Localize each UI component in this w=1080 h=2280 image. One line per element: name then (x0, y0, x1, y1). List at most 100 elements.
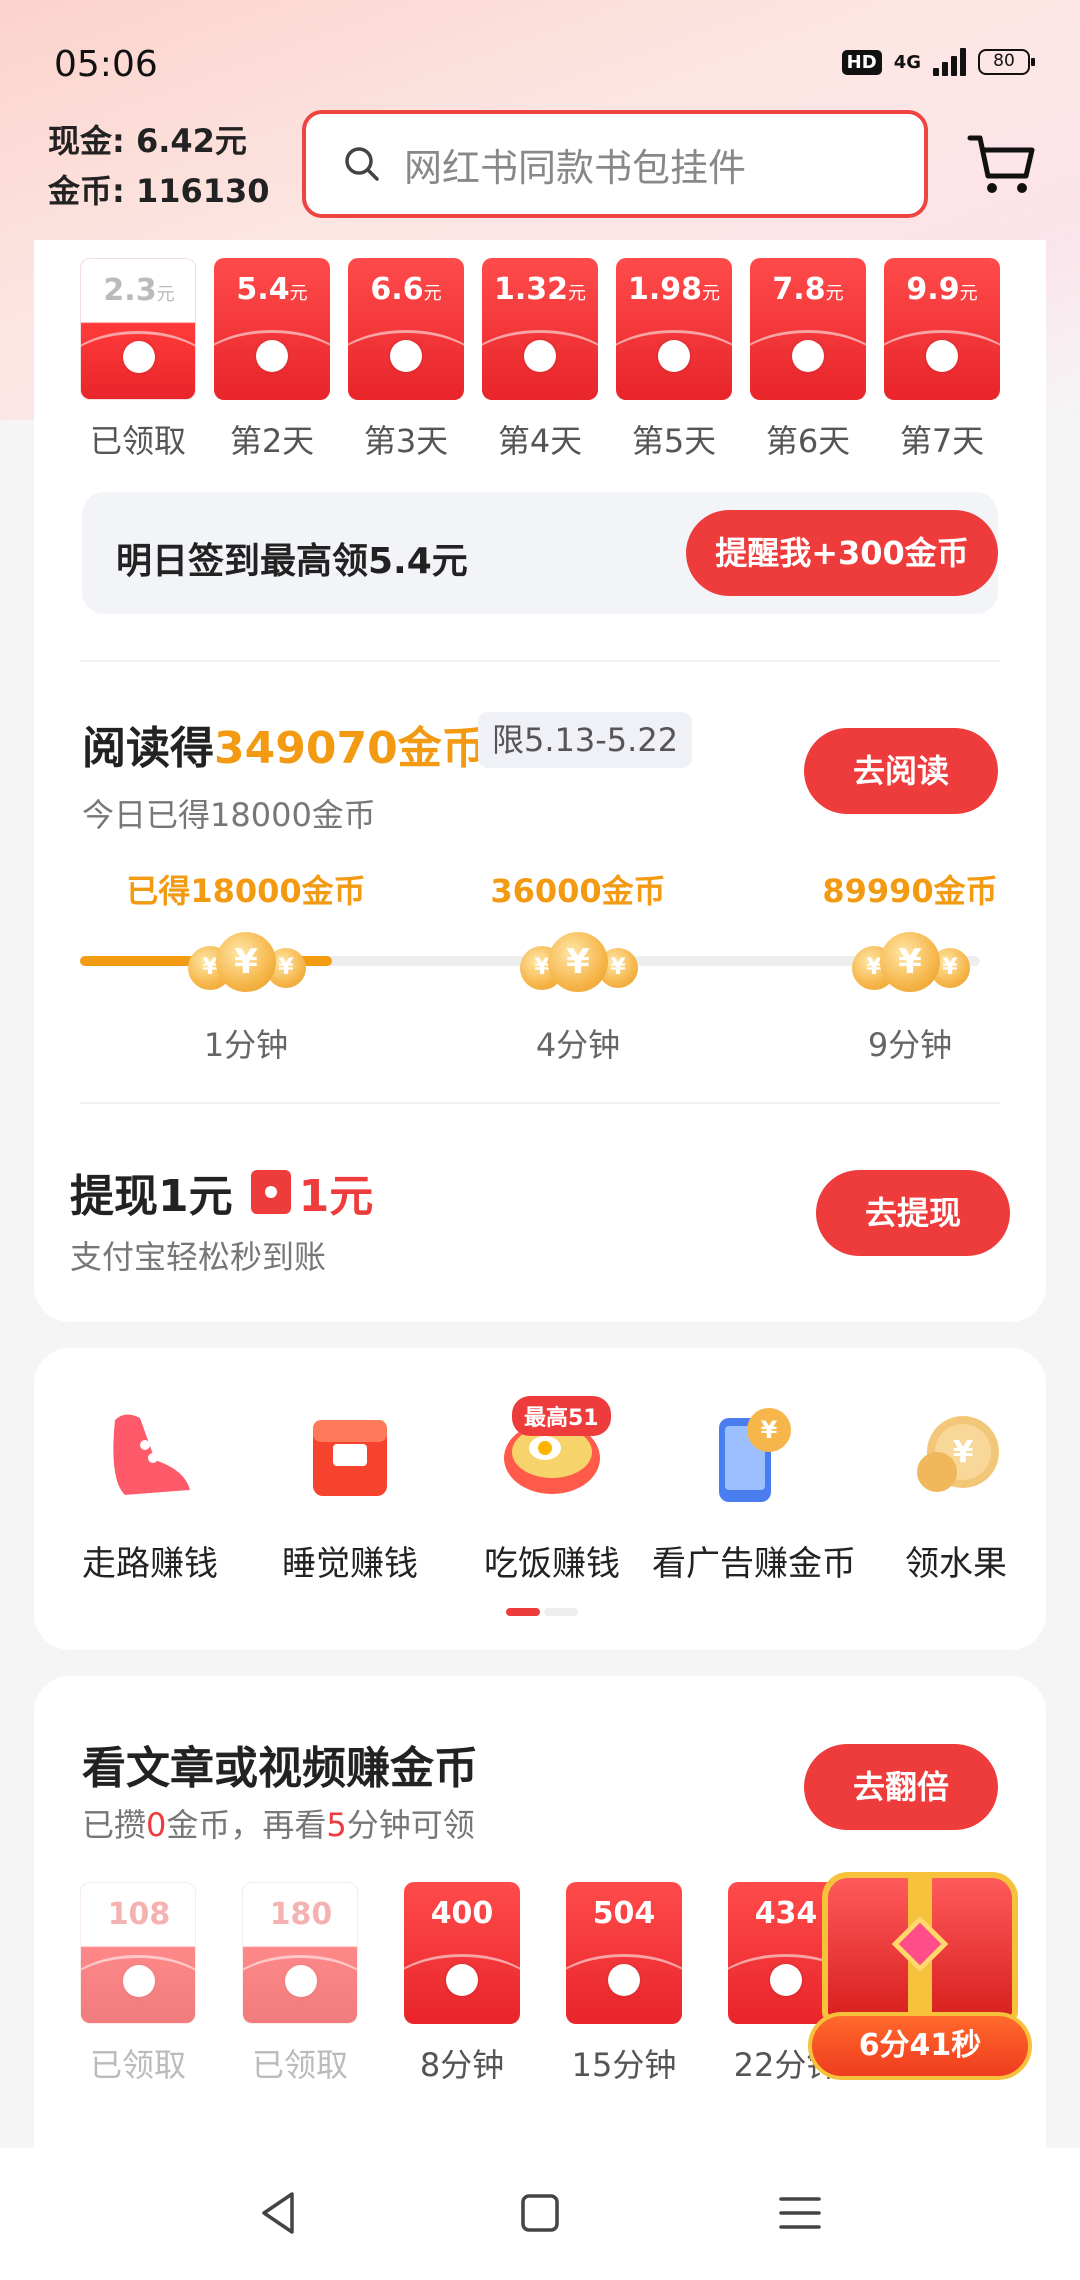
task-label: 领水果 (905, 1544, 1007, 1584)
envelope-amount: 6.6元 (370, 272, 442, 307)
page-dot-active (506, 1608, 540, 1616)
withdraw-title: 提现1元 1元 (70, 1160, 373, 1224)
svg-text:¥: ¥ (953, 1435, 974, 1470)
reminder-text: 明日签到最高领5.4元 (116, 541, 468, 582)
reading-subtitle: 今日已得18000金币 (82, 796, 376, 834)
date-limit-tag: 限5.13-5.22 (478, 712, 693, 768)
checkin-day-envelope[interactable]: 5.4元 第2天 (214, 258, 330, 462)
shoe-icon (113, 1414, 190, 1502)
red-envelope-icon: 2.3元 (80, 258, 196, 400)
divider (80, 660, 1000, 662)
withdraw-amount: 1元 (298, 1171, 374, 1222)
task-watch-ads[interactable]: ¥ 看广告赚金币 (652, 1400, 856, 1585)
reward-envelope[interactable]: 180 已领取 (242, 1882, 358, 2086)
reading-title-prefix: 阅读得 (82, 723, 214, 774)
withdraw-button[interactable]: 去提现 (816, 1170, 1010, 1256)
task-fruit[interactable]: ¥ 领水果 (856, 1400, 1056, 1585)
milestone-time: 4分钟 (535, 1026, 621, 1064)
divider (80, 1102, 1000, 1104)
milestone-time: 1分钟 (203, 1026, 289, 1064)
withdraw-title-text: 提现1元 (70, 1171, 233, 1222)
coin-stack-icon: ¥ ¥ ¥ (116, 926, 376, 1006)
reward-amount: 400 (430, 1896, 494, 1931)
envelope-amount: 1.32元 (493, 272, 587, 307)
remind-me-button[interactable]: 提醒我+300金币 (686, 510, 998, 596)
checkin-day-envelope[interactable]: 9.9元 第7天 (884, 258, 1000, 462)
reading-milestone: 89990金币 ¥ ¥ ¥ 9分钟 (780, 866, 1040, 1066)
task-eat[interactable]: 最高51 吃饭赚钱 (452, 1396, 652, 1585)
hd-icon: HD (841, 49, 882, 75)
red-envelope-icon: 7.8元 (750, 258, 866, 400)
article-video-subtitle: 已攒0金币，再看5分钟可领 (82, 1800, 475, 1846)
task-label: 走路赚钱 (82, 1544, 218, 1584)
double-reward-button[interactable]: 去翻倍 (804, 1744, 998, 1830)
cart-icon[interactable] (966, 128, 1038, 200)
red-envelope-icon: 1.98元 (616, 258, 732, 400)
reward-time-label: 8分钟 (419, 2046, 505, 2084)
reading-milestone: 36000金币 ¥ ¥ ¥ 4分钟 (448, 866, 708, 1066)
search-icon (345, 147, 379, 181)
envelope-day-label: 第3天 (363, 422, 449, 460)
article-video-title: 看文章或视频赚金币 (82, 1743, 478, 1794)
reading-milestone: 已得18000金币 ¥ ¥ ¥ 1分钟 (116, 866, 376, 1066)
checkin-day-envelope[interactable]: 1.32元 第4天 (482, 258, 598, 462)
battery-icon: 80 (978, 49, 1035, 75)
envelope-amount: 2.3元 (103, 273, 175, 308)
network-type: 4G (893, 51, 921, 73)
checkin-day-envelope[interactable]: 2.3元已领取 (80, 258, 196, 462)
checkin-day-envelope[interactable]: 1.98元 第5天 (616, 258, 732, 462)
av-sub-part1: 已攒 (82, 1806, 147, 1844)
reward-envelope[interactable]: 108 已领取 (80, 1882, 196, 2086)
envelope-seal (770, 1964, 802, 1996)
coin-stack-icon: ¥ ¥ ¥ (780, 926, 1040, 1006)
envelope-seal (792, 340, 824, 372)
envelope-seal (256, 340, 288, 372)
task-label: 睡觉赚钱 (282, 1544, 418, 1584)
av-sub-part3: 分钟可领 (346, 1806, 475, 1844)
reward-envelope[interactable]: 400 8分钟 (404, 1882, 520, 2086)
treasure-chest[interactable]: 6分41秒 (808, 1862, 1032, 2092)
envelope-day-label: 第7天 (899, 422, 985, 460)
envelope-day-label: 已领取 (89, 422, 186, 460)
milestone-reward: 已得18000金币 (126, 872, 366, 910)
milestone-reward: 89990金币 (822, 872, 998, 910)
envelope-seal (524, 340, 556, 372)
reading-title-amount: 349070金币 (214, 723, 486, 774)
menu-icon[interactable] (775, 2188, 825, 2238)
task-label: 吃饭赚钱 (484, 1544, 620, 1584)
coins-icon: ¥ (917, 1416, 999, 1492)
coin-icon: ¥ (548, 932, 608, 992)
reward-envelope[interactable]: 504 15分钟 (566, 1882, 682, 2086)
withdraw-subtitle: 支付宝轻松秒到账 (70, 1238, 327, 1276)
reward-time-label: 已领取 (251, 2046, 348, 2084)
reward-amount: 180 (269, 1897, 333, 1932)
search-input[interactable]: 网红书同款书包挂件 (302, 110, 928, 218)
reward-time-label: 15分钟 (571, 2046, 677, 2084)
phone-coin-icon: ¥ (719, 1408, 791, 1502)
balance-panel: 现金: 6.42元 金币: 116130 (48, 116, 270, 216)
av-sub-minutes: 5 (326, 1806, 347, 1844)
checkin-day-envelope[interactable]: 7.8元 第6天 (750, 258, 866, 462)
lunchbox-icon (313, 1420, 387, 1496)
envelope-amount: 5.4元 (236, 272, 308, 307)
envelope-seal (390, 340, 422, 372)
red-envelope-icon: 180 (242, 1882, 358, 2024)
red-envelope-icon: 504 (566, 1882, 682, 2024)
task-sleep[interactable]: 睡觉赚钱 (250, 1400, 450, 1585)
envelope-seal (285, 1965, 317, 1997)
av-sub-count: 0 (146, 1806, 167, 1844)
max-reward-badge: 最高51 (512, 1396, 611, 1436)
checkin-envelopes: 2.3元 已领取 5.4元 第2天 6.6元 第3天 1.32元 第4天 1.98元 第5天 7.8… (80, 258, 1000, 460)
go-read-button[interactable]: 去阅读 (804, 728, 998, 814)
red-envelope-icon: 400 (404, 1882, 520, 2024)
home-icon[interactable] (515, 2188, 565, 2238)
back-icon[interactable] (254, 2188, 304, 2238)
status-bar: 05:06 HD 4G 80 (0, 0, 1080, 110)
coin-balance: 金币: 116130 (48, 172, 270, 210)
status-icons: HD 4G 80 (841, 48, 1035, 76)
reward-amount: 108 (107, 1897, 171, 1932)
task-walk[interactable]: 走路赚钱 (50, 1400, 250, 1585)
checkin-day-envelope[interactable]: 6.6元第3天 (348, 258, 464, 462)
envelope-seal (658, 340, 690, 372)
red-envelope-icon: 6.6元 (348, 258, 464, 400)
